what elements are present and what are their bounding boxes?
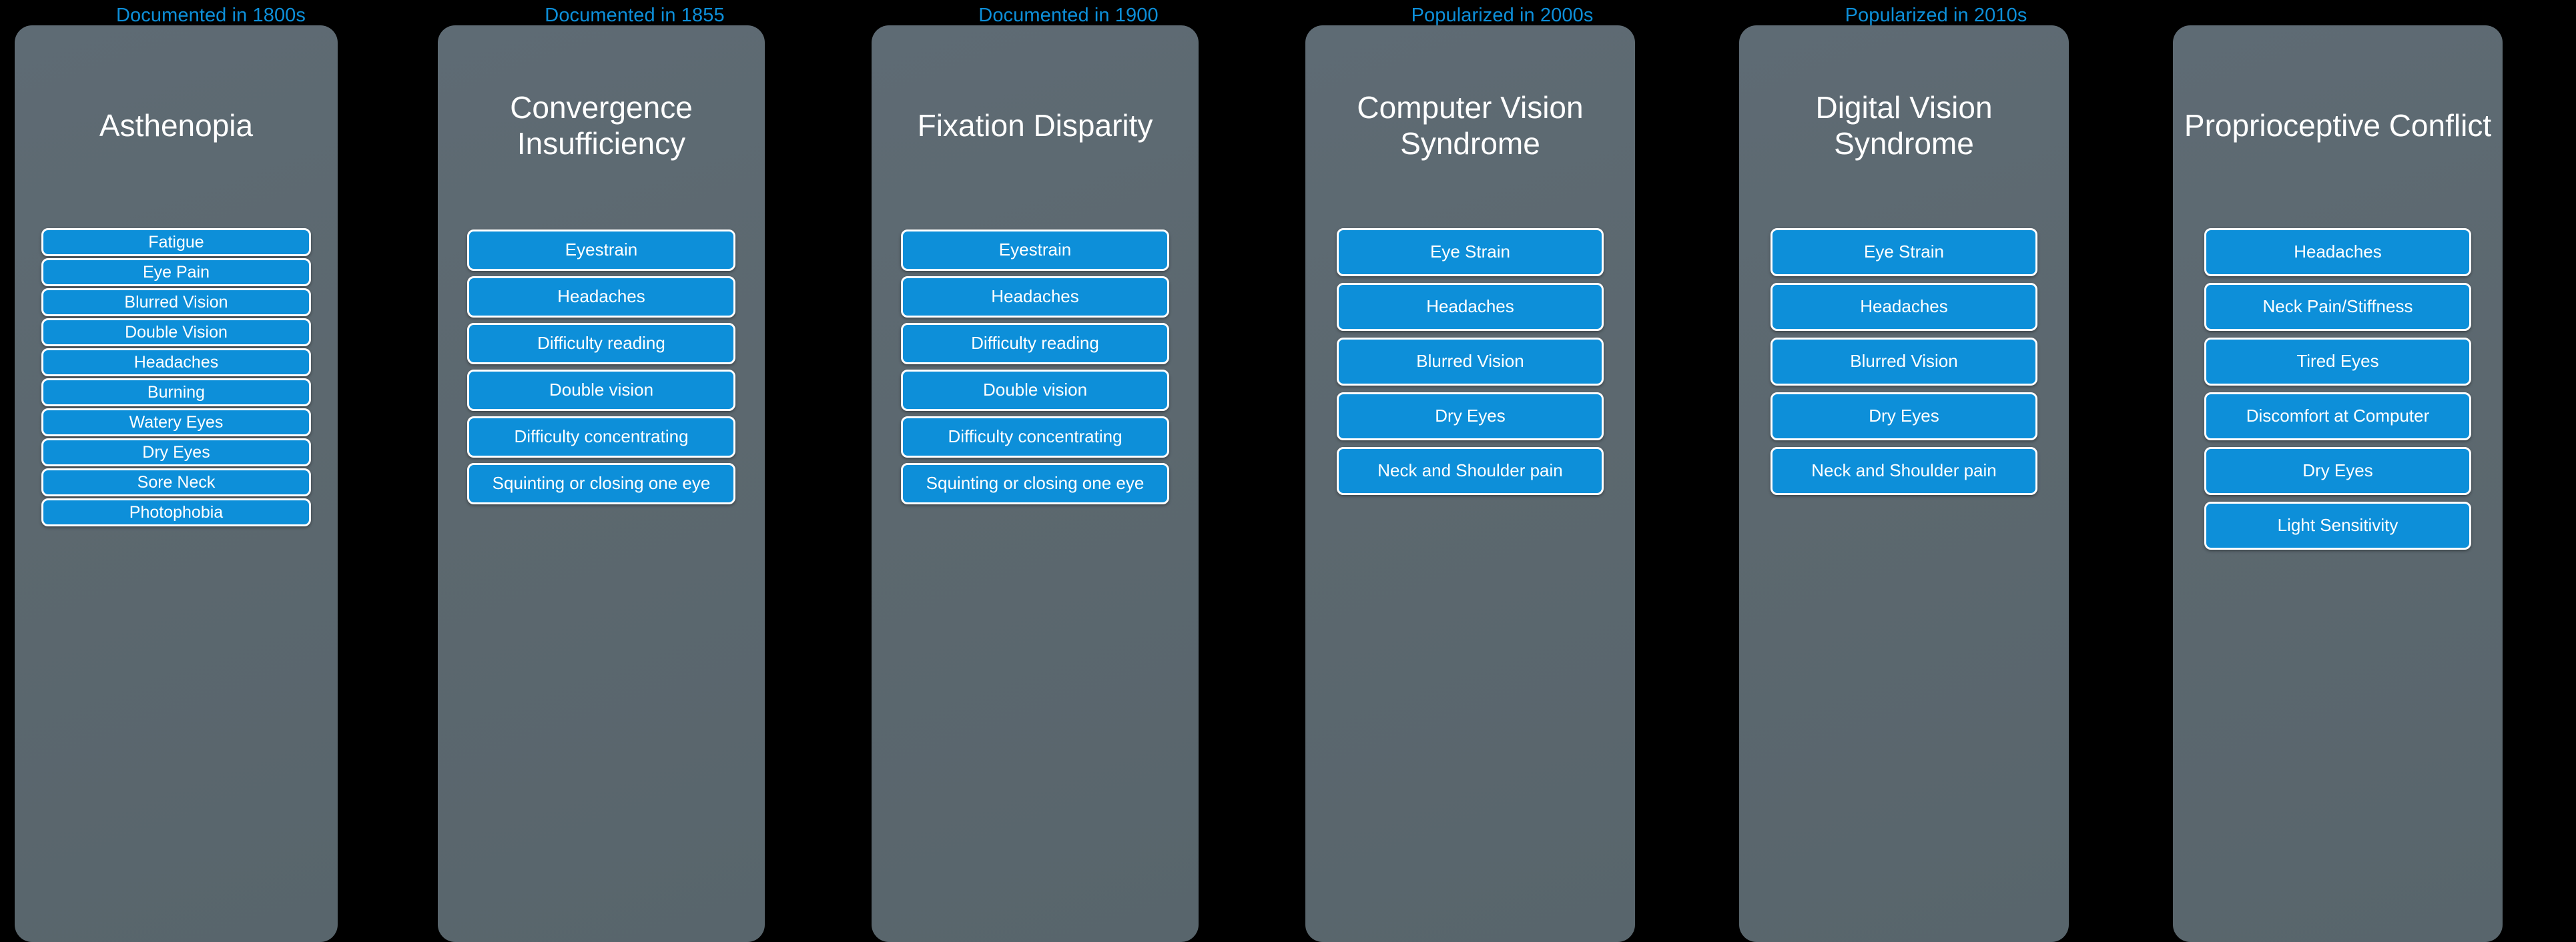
condition-title: Proprioceptive Conflict xyxy=(2184,107,2492,143)
condition-column-4: Popularized in 2000s Computer Vision Synd… xyxy=(1285,0,1719,942)
symptom-pill[interactable]: Double Vision xyxy=(41,318,311,346)
condition-title: Asthenopia xyxy=(99,107,254,143)
symptom-pill[interactable]: Eye Strain xyxy=(1337,228,1604,276)
symptom-pill[interactable]: Watery Eyes xyxy=(41,408,311,436)
condition-title: Convergence Insufficiency xyxy=(510,89,693,161)
symptom-pill[interactable]: Eyestrain xyxy=(467,229,735,271)
era-label: Documented in 1900 xyxy=(978,5,1159,26)
symptom-pill[interactable]: Sore Neck xyxy=(41,468,311,496)
condition-card[interactable]: Digital Vision Syndrome Eye Strain Headach… xyxy=(1739,25,2069,942)
era-label: Popularized in 2010s xyxy=(1845,5,2027,26)
condition-title: Computer Vision Syndrome xyxy=(1357,89,1584,161)
symptom-pill[interactable]: Neck and Shoulder pain xyxy=(1337,447,1604,495)
symptom-pill[interactable]: Dry Eyes xyxy=(1337,392,1604,440)
condition-title: Fixation Disparity xyxy=(917,107,1153,143)
symptom-pill[interactable]: Dry Eyes xyxy=(41,438,311,466)
symptom-pill[interactable]: Difficulty concentrating xyxy=(901,416,1169,458)
symptom-pill[interactable]: Neck and Shoulder pain xyxy=(1770,447,2037,495)
symptom-pill[interactable]: Difficulty reading xyxy=(901,323,1169,364)
condition-card[interactable]: Asthenopia Fatigue Eye Pain Blurred Vision D… xyxy=(15,25,338,942)
symptom-pill[interactable]: Squinting or closing one eye xyxy=(467,463,735,504)
condition-title: Digital Vision Syndrome xyxy=(1815,89,1993,161)
symptom-pill[interactable]: Tired Eyes xyxy=(2204,338,2471,386)
symptom-pill[interactable]: Blurred Vision xyxy=(41,288,311,316)
symptom-list: Eye Strain Headaches Blurred Vision Dry Eye… xyxy=(1305,225,1635,510)
symptom-pill[interactable]: Blurred Vision xyxy=(1337,338,1604,386)
era-label: Popularized in 2000s xyxy=(1411,5,1594,26)
symptom-pill[interactable]: Blurred Vision xyxy=(1770,338,2037,386)
symptom-pill[interactable]: Discomfort at Computer xyxy=(2204,392,2471,440)
symptom-list: Eyestrain Headaches Difficulty reading Doub… xyxy=(438,225,765,519)
symptom-list: Eye Strain Headaches Blurred Vision Dry Eye… xyxy=(1739,225,2069,510)
condition-card[interactable]: Convergence Insufficiency Eyestrain Headac… xyxy=(438,25,765,942)
condition-column-1: Documented in 1800s Asthenopia Fatigue Eye … xyxy=(4,0,418,942)
symptom-list: Eyestrain Headaches Difficulty reading Doub… xyxy=(872,225,1199,519)
condition-card[interactable]: Computer Vision Syndrome Eye Strain Headac… xyxy=(1305,25,1635,942)
symptom-list: Headaches Neck Pain/Stiffness Tired Eyes Di… xyxy=(2173,225,2503,564)
condition-card[interactable]: Fixation Disparity Eyestrain Headaches Diff… xyxy=(872,25,1199,942)
symptom-pill[interactable]: Burning xyxy=(41,378,311,406)
condition-column-5: Popularized in 2010s Digital Vision Syndr… xyxy=(1719,0,2153,942)
condition-column-2: Documented in 1855 Convergence Insufficie… xyxy=(418,0,852,942)
condition-column-6: Proprioceptive Conflict Headaches Neck Pai… xyxy=(2153,0,2567,942)
symptom-list: Fatigue Eye Pain Blurred Vision Double Visi… xyxy=(15,225,338,541)
condition-card[interactable]: Proprioceptive Conflict Headaches Neck Pai… xyxy=(2173,25,2503,942)
symptom-pill[interactable]: Neck Pain/Stiffness xyxy=(2204,283,2471,331)
symptom-pill[interactable]: Photophobia xyxy=(41,498,311,526)
symptom-pill[interactable]: Headaches xyxy=(41,348,311,376)
symptom-pill[interactable]: Eye Strain xyxy=(1770,228,2037,276)
symptom-pill[interactable]: Difficulty concentrating xyxy=(467,416,735,458)
symptom-pill[interactable]: Headaches xyxy=(1770,283,2037,331)
timeline-board: Documented in 1800s Asthenopia Fatigue Eye … xyxy=(0,0,2576,942)
symptom-pill[interactable]: Headaches xyxy=(1337,283,1604,331)
symptom-pill[interactable]: Dry Eyes xyxy=(2204,447,2471,495)
era-label: Documented in 1800s xyxy=(115,5,306,26)
symptom-pill[interactable]: Fatigue xyxy=(41,228,311,256)
symptom-pill[interactable]: Double vision xyxy=(901,370,1169,411)
symptom-pill[interactable]: Headaches xyxy=(467,276,735,318)
symptom-pill[interactable]: Eyestrain xyxy=(901,229,1169,271)
symptom-pill[interactable]: Dry Eyes xyxy=(1770,392,2037,440)
symptom-pill[interactable]: Eye Pain xyxy=(41,258,311,286)
symptom-pill[interactable]: Headaches xyxy=(901,276,1169,318)
symptom-pill[interactable]: Light Sensitivity xyxy=(2204,502,2471,550)
symptom-pill[interactable]: Difficulty reading xyxy=(467,323,735,364)
symptom-pill[interactable]: Headaches xyxy=(2204,228,2471,276)
era-label: Documented in 1855 xyxy=(545,5,725,26)
condition-column-3: Documented in 1900 Fixation Disparity Eyes… xyxy=(852,0,1285,942)
symptom-pill[interactable]: Double vision xyxy=(467,370,735,411)
symptom-pill[interactable]: Squinting or closing one eye xyxy=(901,463,1169,504)
